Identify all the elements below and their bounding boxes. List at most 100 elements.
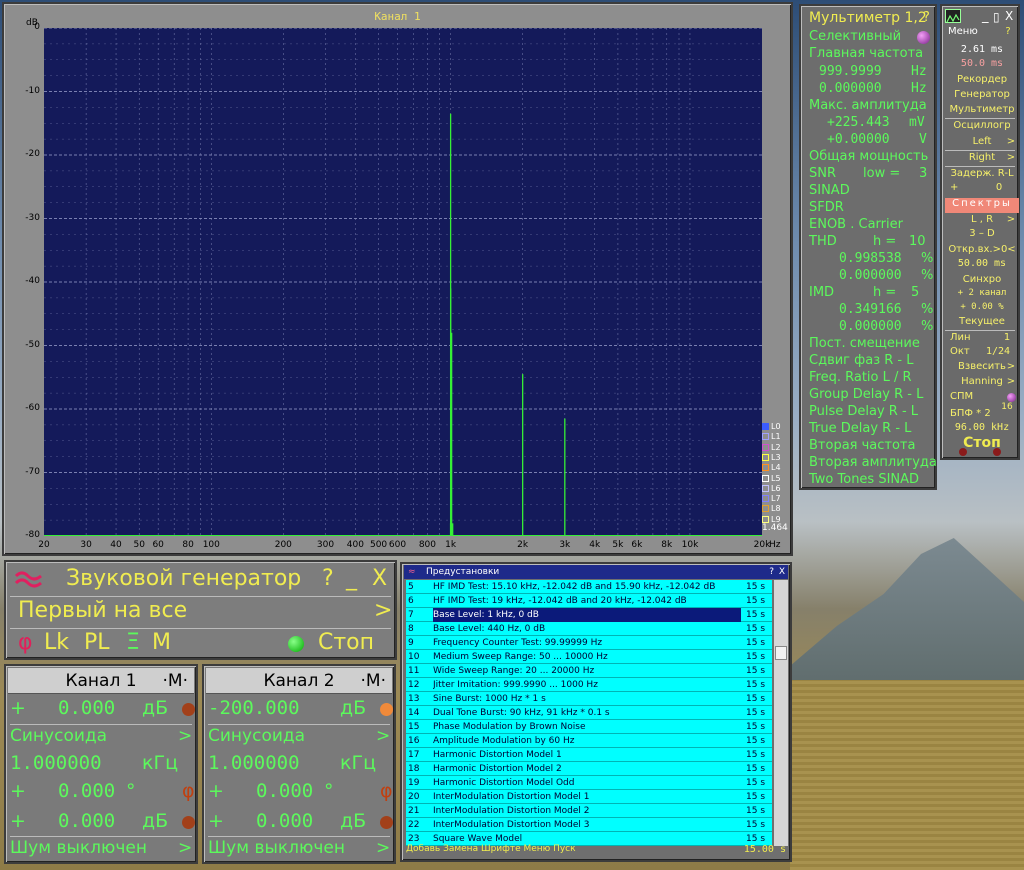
channel-2-noise-arrow[interactable]: > — [376, 838, 390, 858]
sync-channel[interactable]: + 2 канал — [945, 288, 1019, 303]
presets-help[interactable]: ? — [769, 565, 774, 579]
preset-row[interactable]: 12 Jitter Imitation: 999.9990 ... 1000 Hz… — [406, 678, 772, 692]
legend-swatch[interactable] — [762, 423, 769, 430]
legend-swatch[interactable] — [762, 474, 769, 482]
channel-1-noise[interactable]: Шум выключен — [10, 838, 192, 858]
generator-stop-button[interactable]: Стоп — [318, 630, 374, 655]
oct-value[interactable]: 1/24 — [980, 346, 1016, 361]
channel-2-m[interactable]: ·M· — [361, 668, 386, 694]
spm-indicator-icon[interactable] — [1007, 393, 1016, 402]
channel-2-wave-arrow[interactable]: > — [376, 726, 390, 746]
channel-1-noise-arrow[interactable]: > — [178, 838, 192, 858]
legend-swatch[interactable] — [762, 464, 769, 472]
dc-offset[interactable]: Пост. смещение — [809, 336, 920, 353]
delay-label[interactable]: Задерж. R-L — [945, 168, 1019, 183]
generator-mode[interactable]: Первый на все — [18, 598, 187, 623]
preset-row[interactable]: 19 Harmonic Distortion Model Odd 15 s — [406, 776, 772, 790]
spectrum-plot[interactable] — [44, 28, 762, 536]
imd-label[interactable]: IMD — [809, 285, 834, 302]
channel-2-phase-icon[interactable]: φ — [380, 780, 393, 802]
multimeter-help[interactable]: ? — [923, 10, 930, 27]
legend-swatch[interactable] — [762, 495, 769, 503]
oscillograph-button[interactable]: Осциллогр — [945, 120, 1019, 135]
preset-row[interactable]: 6 HF IMD Test: 19 kHz, -12.042 dB and 20 … — [406, 594, 772, 608]
channel-1-wave[interactable]: Синусоида — [10, 726, 192, 746]
presets-footer-commands[interactable]: Добавь Замена Шрифте Меню Пуск — [406, 844, 576, 854]
maximize-button[interactable]: ▯ — [993, 10, 1000, 24]
preset-row[interactable]: 18 Harmonic Distortion Model 2 15 s — [406, 762, 772, 776]
multimeter-button[interactable]: Мультиметр — [945, 104, 1019, 119]
scrollbar-thumb[interactable] — [775, 646, 787, 660]
channel-1-wave-arrow[interactable]: > — [178, 726, 192, 746]
mode-indicator-icon[interactable] — [917, 31, 930, 44]
lk-button[interactable]: Lk — [44, 630, 69, 655]
phase-shift[interactable]: Сдвиг фаз R - L — [809, 353, 914, 370]
channel-1-level-knob-icon[interactable] — [182, 703, 195, 716]
second-amp[interactable]: Вторая амплитуда — [809, 455, 937, 472]
imd-h-value[interactable]: 5 — [911, 285, 919, 302]
phi-button[interactable]: φ — [18, 630, 33, 655]
generator-minimize[interactable]: _ — [346, 566, 357, 591]
fft-exponent[interactable]: 16 — [998, 402, 1016, 417]
pulse-delay[interactable]: Pulse Delay R - L — [809, 404, 918, 421]
enob-label[interactable]: ENOB . Carrier — [809, 217, 903, 234]
sync-percent[interactable]: + 0.00 % — [945, 302, 1019, 317]
run-indicator-icon[interactable] — [288, 636, 304, 652]
preset-row[interactable]: 13 Sine Burst: 1000 Hz * 1 s 15 s — [406, 692, 772, 706]
legend-swatch[interactable] — [762, 433, 769, 441]
open-input-button[interactable]: Откр.вх.>0< — [945, 244, 1019, 259]
weigh-arrow[interactable]: > — [1004, 361, 1018, 376]
freq-ratio[interactable]: Freq. Ratio L / R — [809, 370, 912, 387]
preset-row[interactable]: 7 Base Level: 1 kHz, 0 dB 15 s — [406, 608, 772, 622]
channel-2-noise[interactable]: Шум выключен — [208, 838, 390, 858]
preset-row[interactable]: 14 Dual Tone Burst: 90 kHz, 91 kHz * 0.1 … — [406, 706, 772, 720]
side-stop-button[interactable]: Стоп — [945, 435, 1019, 451]
thd-label[interactable]: THD — [809, 234, 837, 251]
presets-scrollbar[interactable] — [774, 580, 788, 846]
channel-1-amp-knob-icon[interactable] — [182, 816, 195, 829]
thd-h-value[interactable]: 10 — [909, 234, 926, 251]
preset-row[interactable]: 9 Frequency Counter Test: 99.99999 Hz 15 s — [406, 636, 772, 650]
generator-button[interactable]: Генератор — [945, 89, 1019, 104]
second-freq[interactable]: Вторая частота — [809, 438, 915, 455]
legend-swatch[interactable] — [762, 484, 769, 492]
legend-swatch[interactable] — [762, 453, 769, 461]
sfdr-label[interactable]: SFDR — [809, 200, 844, 217]
legend-swatch[interactable] — [762, 443, 769, 451]
three-d-button[interactable]: 3 – D — [945, 228, 1019, 243]
preset-row[interactable]: 17 Harmonic Distortion Model 1 15 s — [406, 748, 772, 762]
snr-label[interactable]: SNR — [809, 166, 836, 183]
channel-2-wave[interactable]: Синусоида — [208, 726, 390, 746]
channel-1-m[interactable]: ·M· — [163, 668, 188, 694]
mode-selective[interactable]: Селективный — [809, 29, 901, 46]
preset-row[interactable]: 15 Phase Modulation by Brown Noise 15 s — [406, 720, 772, 734]
legend-swatch[interactable] — [762, 515, 769, 523]
group-delay[interactable]: Group Delay R - L — [809, 387, 923, 404]
preset-row[interactable]: 16 Amplitude Modulation by 60 Hz 15 s — [406, 734, 772, 748]
generator-mode-arrow[interactable]: > — [374, 598, 392, 623]
side-help-button[interactable]: ? — [1000, 26, 1016, 41]
osc-left-arrow[interactable]: > — [1004, 136, 1018, 151]
generator-close[interactable]: X — [372, 566, 387, 591]
channel-2-amp-knob-icon[interactable] — [380, 816, 393, 829]
m-button[interactable]: M — [152, 630, 171, 655]
true-delay[interactable]: True Delay R - L — [809, 421, 911, 438]
legend-swatch[interactable] — [762, 505, 769, 513]
preset-row[interactable]: 5 HF IMD Test: 15.10 kHz, -12.042 dB and … — [406, 580, 772, 594]
sum-button[interactable]: Ξ — [126, 630, 140, 655]
preset-row[interactable]: 10 Medium Sweep Range: 50 ... 10000 Hz 15 … — [406, 650, 772, 664]
osc-right-arrow[interactable]: > — [1004, 152, 1018, 167]
hanning-arrow[interactable]: > — [1004, 376, 1018, 391]
presets-close[interactable]: X — [779, 565, 785, 579]
two-tones-sinad[interactable]: Two Tones SINAD — [809, 472, 919, 489]
lin-value[interactable]: 1 — [1000, 332, 1014, 347]
spectra-button[interactable]: Спектры — [945, 198, 1019, 213]
channel-1-phase-icon[interactable]: φ — [182, 780, 195, 802]
channel-2-level-knob-icon[interactable] — [380, 703, 393, 716]
preset-row[interactable]: 22 InterModulation Distortion Model 3 15 s — [406, 818, 772, 832]
close-button[interactable]: X — [1005, 9, 1013, 23]
preset-row[interactable]: 8 Base Level: 440 Hz, 0 dB 15 s — [406, 622, 772, 636]
recorder-button[interactable]: Рекордер — [945, 74, 1019, 89]
preset-row[interactable]: 11 Wide Sweep Range: 20 ... 20000 Hz 15 s — [406, 664, 772, 678]
snr-low-value[interactable]: 3 — [919, 166, 927, 183]
